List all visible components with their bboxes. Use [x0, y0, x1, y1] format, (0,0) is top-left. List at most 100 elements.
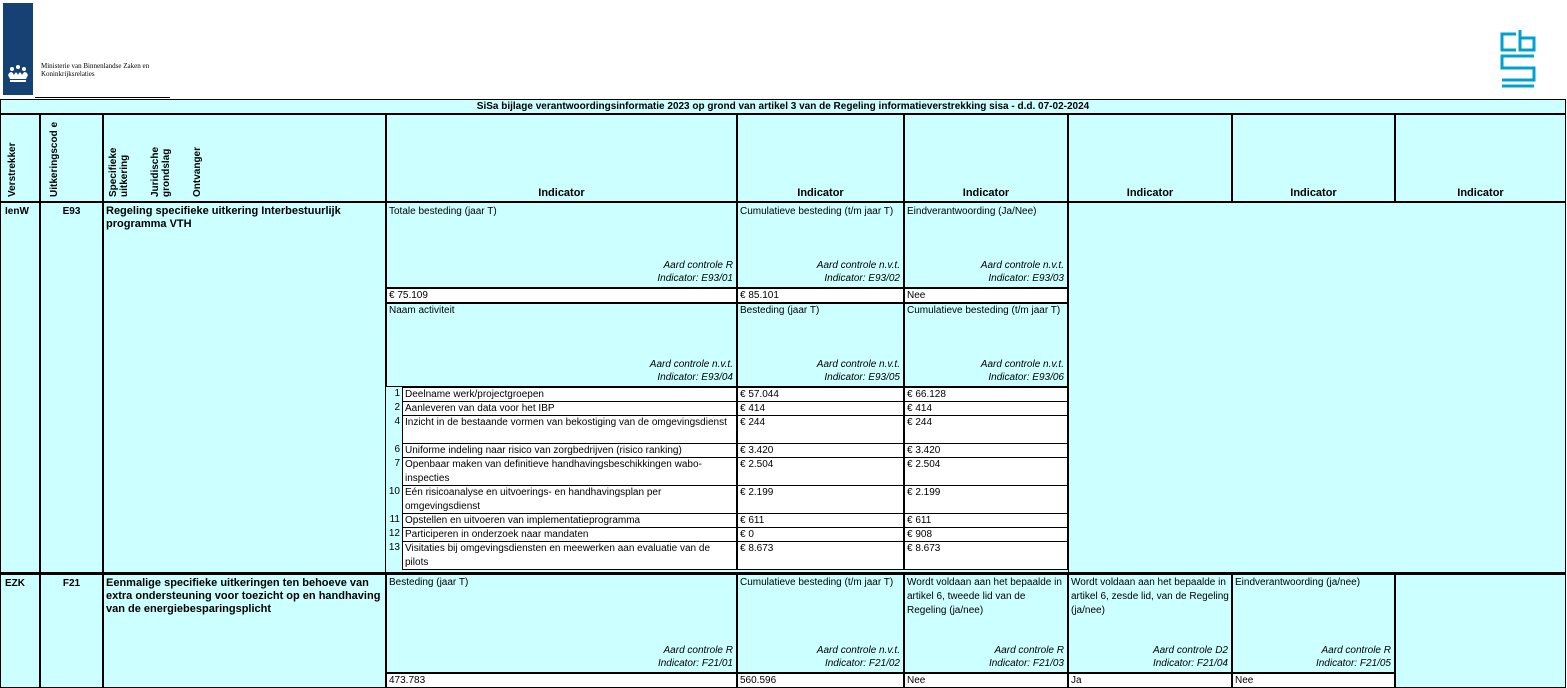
activity-cumulatief[interactable]: € 244 [904, 415, 1068, 444]
aard-controle: Aard controle n.v.t. [980, 260, 1064, 271]
e93-indicator-04: Naam activiteit Aard controle n.v.t. Ind… [386, 303, 737, 387]
header-indicator-1: Indicator [386, 114, 737, 202]
f21-indicator-03: Wordt voldaan aan het bepaalde in artike… [904, 574, 1068, 673]
column-verstrekker: Verstrekker [7, 142, 18, 198]
aard-controle: Aard controle n.v.t. [816, 645, 900, 656]
aard-controle: Aard controle n.v.t. [649, 359, 733, 370]
header-uitkeringscode: Uitkeringscod e [40, 114, 103, 202]
activity-cumulatief[interactable]: € 908 [904, 527, 1068, 542]
activity-nr: 6 [386, 443, 402, 457]
indicator-label: Eindverantwoording (ja/nee) [1235, 577, 1361, 588]
indicator-id: Indicator: F21/02 [824, 658, 900, 669]
activity-cumulatief[interactable]: € 2.504 [904, 457, 1068, 486]
activity-besteding[interactable]: € 611 [737, 513, 904, 528]
row-e93-title: Regeling specifieke uitkering Interbestu… [103, 202, 386, 573]
indicator-label: Naam activiteit [389, 305, 455, 316]
row-e93-empty-area [1068, 202, 1566, 573]
activity-cumulatief[interactable]: € 2.199 [904, 485, 1068, 514]
indicator-heading: Indicator [1126, 187, 1174, 199]
f21-indicator-01: Besteding (jaar T) Aard controle R Indic… [386, 574, 737, 673]
activity-cumulatief[interactable]: € 66.128 [904, 387, 1068, 402]
f21-empty-cell [1395, 574, 1566, 688]
f21-indicator-02: Cumulatieve besteding (t/m jaar T) Aard … [737, 574, 904, 673]
activity-besteding[interactable]: € 8.673 [737, 541, 904, 570]
activity-name[interactable]: Visitaties bij omgevingsdiensten en meew… [402, 541, 737, 570]
indicator-id: Indicator: F21/04 [1152, 658, 1228, 669]
f21-value-01[interactable]: 473.783 [386, 673, 737, 688]
e93-indicator-06: Cumulatieve besteding (t/m jaar T) Aard … [904, 303, 1068, 387]
f21-value-04[interactable]: Ja [1068, 673, 1232, 688]
activity-nr: 11 [386, 513, 402, 527]
indicator-heading: Indicator [962, 187, 1010, 199]
aard-controle: Aard controle n.v.t. [980, 359, 1064, 370]
header-indicator-3: Indicator [904, 114, 1068, 202]
activity-name[interactable]: Openbaar maken van definitieve handhavin… [402, 457, 737, 486]
e93-activity-table: 1 Deelname werk/projectgroepen € 57.044 … [386, 387, 1068, 573]
activity-name[interactable]: Inzicht in de bestaande vormen van bekos… [402, 415, 737, 444]
row-e93-code: E93 [40, 202, 103, 573]
indicator-label: Cumulatieve besteding (t/m jaar T) [907, 305, 1061, 316]
row-f21-code: F21 [40, 574, 103, 688]
aard-controle: Aard controle n.v.t. [816, 260, 900, 271]
header-verstrekker: Verstrekker [0, 114, 40, 202]
row-f21-title: Eenmalige specifieke uitkeringen ten beh… [103, 574, 386, 688]
indicator-id: Indicator: E93/01 [657, 273, 733, 284]
activity-name[interactable]: Opstellen en uitvoeren van implementatie… [402, 513, 737, 528]
header-indicator-2: Indicator [737, 114, 904, 202]
activity-besteding[interactable]: € 3.420 [737, 443, 904, 458]
e93-value-01[interactable]: € 75.109 [386, 288, 737, 303]
aard-controle: Aard controle D2 [1152, 645, 1228, 656]
f21-indicator-04: Wordt voldaan aan het bepaalde in artike… [1068, 574, 1232, 673]
column-juridische-grondslag: Juridische grondslag [150, 146, 172, 197]
indicator-heading: Indicator [797, 187, 844, 199]
activity-name[interactable]: Uniforme indeling naar risico van zorgbe… [402, 443, 737, 458]
activity-nr: 2 [386, 401, 402, 415]
indicator-heading: Indicator [538, 187, 585, 199]
activity-besteding[interactable]: € 57.044 [737, 387, 904, 402]
header-specifieke: Specifieke uitkering Juridische grondsla… [103, 114, 386, 202]
indicator-label: Besteding (jaar T) [389, 577, 469, 588]
aard-controle: Aard controle n.v.t. [816, 359, 900, 370]
e93-indicator-02: Cumulatieve besteding (t/m jaar T) Aard … [737, 202, 904, 288]
activity-name[interactable]: Participeren in onderzoek naar mandaten [402, 527, 737, 542]
activity-name[interactable]: Deelname werk/projectgroepen [402, 387, 737, 402]
indicator-id: Indicator: E93/04 [657, 372, 733, 383]
activity-besteding[interactable]: € 0 [737, 527, 904, 542]
activity-nr: 10 [386, 485, 402, 513]
crown-emblem-icon [8, 65, 28, 82]
row-f21-verstrekker: EZK [0, 574, 40, 688]
activity-name[interactable]: Aanleveren van data voor het IBP [402, 401, 737, 416]
activity-nr: 13 [386, 541, 402, 569]
activity-nr: 4 [386, 415, 402, 443]
indicator-label: Cumulatieve besteding (t/m jaar T) [740, 577, 894, 588]
activity-nr: 12 [386, 527, 402, 541]
f21-value-05[interactable]: Nee [1232, 673, 1395, 688]
f21-value-03[interactable]: Nee [904, 673, 1068, 688]
title-bar: SiSa bijlage verantwoordingsinformatie 2… [0, 99, 1566, 114]
activity-besteding[interactable]: € 2.199 [737, 485, 904, 514]
activity-nr: 7 [386, 457, 402, 485]
header-indicator-5: Indicator [1232, 114, 1395, 202]
indicator-label: Totale besteding (jaar T) [389, 206, 497, 217]
row-e93-verstrekker: IenW [0, 202, 40, 573]
f21-value-02[interactable]: 560.596 [737, 673, 904, 688]
activity-besteding[interactable]: € 414 [737, 401, 904, 416]
indicator-heading: Indicator [1457, 187, 1504, 199]
e93-value-03[interactable]: Nee [904, 288, 1068, 303]
activity-name[interactable]: Eén risicoanalyse en uitvoerings- en han… [402, 485, 737, 514]
activity-besteding[interactable]: € 2.504 [737, 457, 904, 486]
indicator-id: Indicator: F21/03 [988, 658, 1064, 669]
aard-controle: Aard controle R [1321, 645, 1391, 656]
aard-controle: Aard controle R [994, 645, 1064, 656]
aard-controle: Aard controle R [663, 645, 733, 656]
activity-cumulatief[interactable]: € 3.420 [904, 443, 1068, 458]
activity-cumulatief[interactable]: € 611 [904, 513, 1068, 528]
indicator-label: Wordt voldaan aan het bepaalde in artike… [1071, 577, 1229, 616]
activity-cumulatief[interactable]: € 414 [904, 401, 1068, 416]
indicator-id: Indicator: E93/06 [988, 372, 1064, 383]
indicator-label: Eindverantwoording (Ja/Nee) [907, 206, 1037, 217]
activity-besteding[interactable]: € 244 [737, 415, 904, 444]
ministry-name: Ministerie van Binnenlandse Zaken en Kon… [41, 62, 201, 78]
e93-value-02[interactable]: € 85.101 [737, 288, 904, 303]
activity-cumulatief[interactable]: € 8.673 [904, 541, 1068, 570]
